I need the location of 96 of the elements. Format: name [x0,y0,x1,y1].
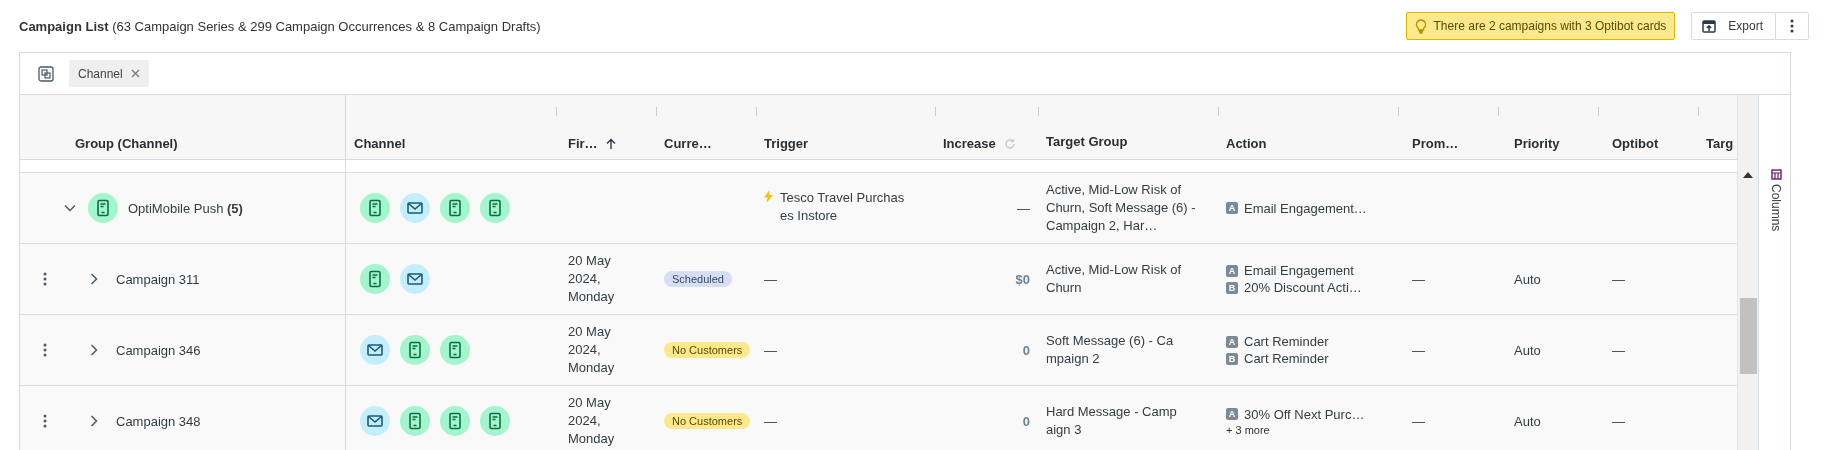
group-chip[interactable]: Channel [69,60,149,87]
target-group: Active, Mid-Low Risk of Churn [1046,261,1182,297]
column-header[interactable]: Priority [1514,136,1560,151]
mobile-icon [400,335,430,365]
first-date: 20 May 2024, Monday [568,394,616,448]
mobile-icon [360,193,390,223]
campaign-name[interactable]: Campaign 311 [116,271,200,287]
target-group: Hard Message - Campaign 3 [1046,403,1182,439]
first-date: 20 May 2024, Monday [568,252,616,306]
promo-value: — [1412,342,1425,358]
campaign-name[interactable]: Campaign 346 [116,342,201,358]
action-name: Cart Reminder [1244,351,1329,366]
column-header[interactable]: Target Group [1046,133,1128,151]
variant-tag: A [1226,335,1238,348]
status-badge: Scheduled [664,271,732,287]
variant-tag: A [1226,202,1238,214]
mobile-icon [480,193,510,223]
mobile-icon [360,264,390,294]
optibot-value: — [1612,342,1625,358]
columns-icon [1770,169,1782,180]
export-button[interactable]: Export [1692,13,1776,39]
column-header[interactable]: Trigger [764,136,809,151]
group-name: OptiMobile Push (5) [128,200,243,216]
envelope-icon [400,193,430,223]
column-header[interactable]: Channel [354,136,406,151]
variant-tag: A [1226,264,1238,277]
column-header[interactable]: Prom… [1412,136,1459,151]
chevron-icon[interactable] [90,344,98,356]
priority-value: Auto [1514,342,1541,358]
trigger-text: — [764,271,777,287]
chevron-icon[interactable] [90,415,98,427]
sort-arrow-icon[interactable] [605,137,616,150]
page-title: Campaign List (63 Campaign Series & 299 Campaign Occurrences & 8 Campaign Drafts) [19,18,541,34]
column-header[interactable]: Targ [1706,136,1734,151]
increase-value: $0 [1015,271,1030,287]
priority-value: Auto [1514,413,1541,429]
scroll-thumb[interactable] [1739,298,1757,374]
action-name: Email Engagement [1244,263,1354,278]
column-header[interactable]: Action [1226,136,1267,151]
group-toggle-icon[interactable] [38,65,54,82]
row-menu-icon[interactable] [43,272,47,286]
action-name: Email Engagement… [1244,200,1367,216]
mobile-icon [400,406,430,436]
variant-tag: A [1226,408,1238,420]
status-badge: No Customers [664,342,751,358]
trigger-text: Tesco Travel Purchases Instore [780,189,906,225]
mobile-icon [440,406,470,436]
first-date: 20 May 2024, Monday [568,323,616,377]
lightbulb-icon [1414,18,1427,34]
columns-panel-tab[interactable]: Columns [1769,95,1783,450]
envelope-icon [360,406,390,436]
scroll-up-icon[interactable] [1743,172,1753,178]
more-link[interactable]: + 3 more [1226,423,1270,436]
column-header[interactable]: Increase [943,136,996,151]
increase-value: 0 [1022,342,1030,358]
mobile-icon [480,406,510,436]
kebab-menu-icon [1790,19,1794,33]
envelope-icon [360,335,390,365]
variant-tag: B [1226,281,1238,294]
optibot-value: — [1612,271,1625,287]
status-badge: No Customers [664,413,751,429]
mobile-icon [88,193,118,223]
columns-label: Columns [1769,184,1783,232]
increase-value: 0 [1022,413,1030,429]
chevron-icon[interactable] [90,273,98,285]
mobile-icon [440,193,470,223]
campaign-name[interactable]: Campaign 348 [116,413,201,429]
chevron-icon[interactable] [64,204,76,212]
lightning-icon [764,190,773,203]
action-name: 30% Off Next Purc… [1244,406,1365,422]
action-name: 20% Discount Acti… [1244,280,1362,295]
promo-value: — [1412,271,1425,287]
variant-tag: B [1226,352,1238,365]
envelope-icon [400,264,430,294]
close-icon[interactable] [130,69,140,78]
column-header[interactable]: Curre… [664,136,712,151]
increase-value: — [1017,200,1030,216]
column-header[interactable]: Optibot [1612,136,1659,151]
trigger-text: — [764,342,777,358]
mobile-icon [440,335,470,365]
chip-label: Channel [78,66,123,81]
promo-value: — [1412,413,1425,429]
optibot-notice[interactable]: There are 2 campaigns with 3 Optibot cards [1405,12,1676,40]
action-name: Cart Reminder [1244,334,1329,349]
target-group: Active, Mid-Low Risk of Churn, Soft Message (6) - Campaign 2, Har… [1046,181,1210,235]
notice-text: There are 2 campaigns with 3 Optibot cards [1433,19,1667,33]
column-header[interactable]: Group (Channel) [75,136,178,151]
priority-value: Auto [1514,271,1541,287]
row-menu-icon[interactable] [43,343,47,357]
row-menu-icon[interactable] [43,414,47,428]
export-icon [1702,19,1717,33]
target-group: Soft Message (6) - Campaign 2 [1046,332,1182,368]
trigger-text: — [764,413,777,429]
optibot-value: — [1612,413,1625,429]
scrollbar[interactable] [1737,95,1758,450]
column-header[interactable]: Fir… [568,136,598,151]
